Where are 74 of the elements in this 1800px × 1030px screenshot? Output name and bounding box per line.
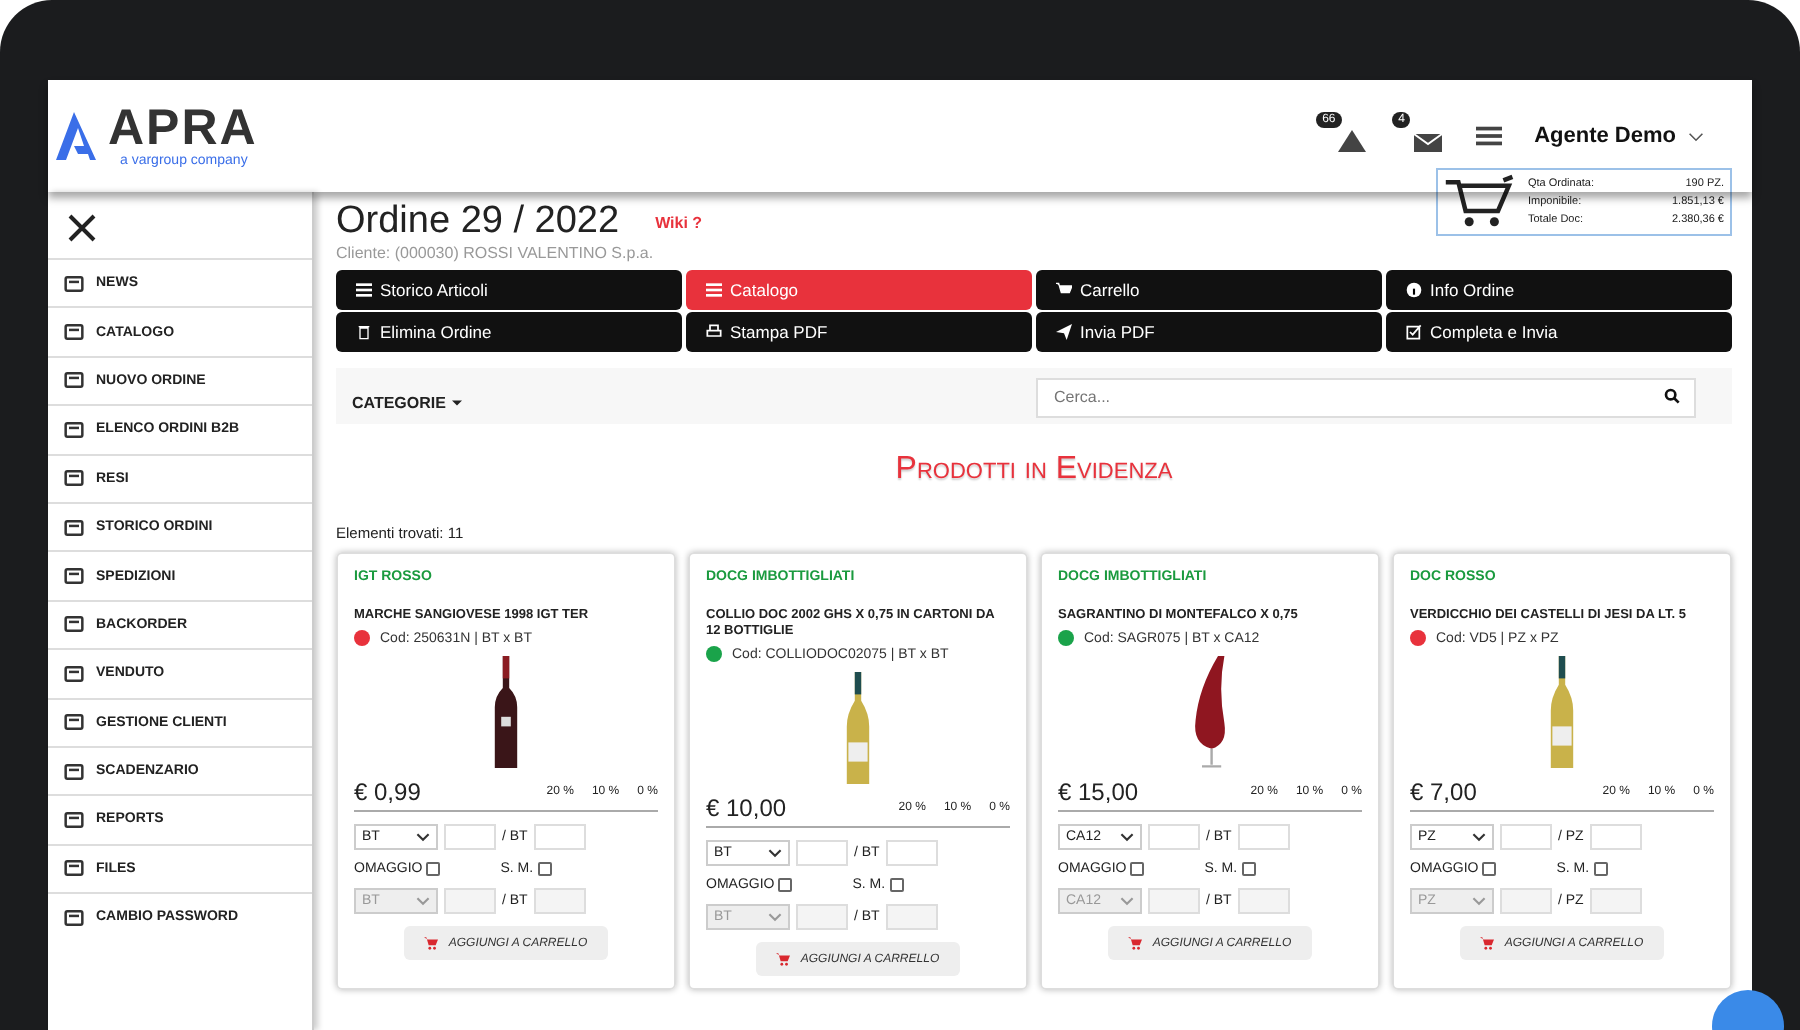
action-button[interactable]: Completa e Invia <box>1386 312 1732 352</box>
logo-icon <box>56 112 96 160</box>
cart-icon <box>1128 936 1143 950</box>
wine-bottle-drawing <box>842 670 874 786</box>
categories-dropdown[interactable]: CATEGORIE <box>352 393 462 411</box>
gift-checkbox[interactable] <box>1482 862 1497 876</box>
cart-icon <box>776 952 791 966</box>
envelope-icon <box>1412 128 1445 152</box>
search-icon[interactable] <box>1664 388 1680 404</box>
product-price: € 7,00 <box>1410 778 1477 806</box>
unit-quantity-input[interactable] <box>533 824 586 850</box>
unit-quantity-input[interactable] <box>885 840 938 866</box>
quantity-input[interactable] <box>796 840 848 866</box>
gift-checkbox[interactable] <box>778 878 793 892</box>
action-button[interactable]: Storico Articoli <box>336 270 682 310</box>
unit-quantity-input[interactable] <box>1589 824 1642 850</box>
action-button[interactable]: Invia PDF <box>1036 312 1382 352</box>
info-icon <box>1406 282 1422 298</box>
logo-text: APRA <box>108 104 258 154</box>
action-button[interactable]: Stampa PDF <box>686 312 1032 352</box>
cart-icon <box>1480 936 1495 950</box>
paper-plane-icon <box>1056 324 1072 340</box>
cart-icon <box>1444 174 1516 230</box>
sm-checkbox[interactable] <box>889 878 904 892</box>
product-price: € 0,99 <box>354 778 421 806</box>
user-menu-button[interactable]: Agente Demo <box>1534 124 1704 148</box>
menu-icon[interactable] <box>1476 124 1503 148</box>
gift-quantity-input <box>1500 888 1552 914</box>
product-price: € 15,00 <box>1058 778 1139 806</box>
unit-quantity-input[interactable] <box>1237 824 1290 850</box>
gift-unit-quantity-input <box>1237 888 1290 914</box>
action-button[interactable]: Catalogo <box>686 270 1032 310</box>
action-button[interactable]: Elimina Ordine <box>336 312 682 352</box>
gift-unit-quantity-input <box>533 888 586 914</box>
gift-checkbox[interactable] <box>1130 862 1145 876</box>
chevron-down-icon <box>1472 896 1486 906</box>
gift-unit-quantity-input <box>1589 888 1642 914</box>
gift-quantity-input <box>1148 888 1200 914</box>
warning-icon <box>1336 128 1369 152</box>
close-icon[interactable] <box>68 214 96 242</box>
cart-icon <box>424 936 439 950</box>
printer-icon <box>706 324 722 340</box>
quantity-input[interactable] <box>1500 824 1552 850</box>
chevron-down-icon <box>1120 896 1134 906</box>
search-field[interactable]: Cerca... <box>1036 377 1696 417</box>
caret-icon <box>451 399 462 405</box>
gift-quantity-input <box>444 888 496 914</box>
chevron-down-icon <box>768 848 782 858</box>
chevron-down-icon <box>768 912 782 922</box>
chevron-down-icon <box>1688 131 1704 141</box>
gift-quantity-input <box>796 904 848 930</box>
chevron-down-icon <box>416 896 430 906</box>
wiki-link[interactable]: Wiki ? <box>655 213 703 231</box>
product-price: € 10,00 <box>706 794 787 822</box>
sm-checkbox[interactable] <box>1593 862 1608 876</box>
chevron-down-icon <box>1120 832 1134 842</box>
gift-unit-quantity-input <box>885 904 938 930</box>
wine-bottle-drawing <box>1546 654 1578 770</box>
cart-icon <box>1056 282 1072 298</box>
order-title: Ordine 29 / 2022 <box>336 200 620 244</box>
section-title: Prodotti in Evidenza <box>893 452 1175 488</box>
quantity-input[interactable] <box>444 824 496 850</box>
action-button[interactable]: Info Ordine <box>1386 270 1732 310</box>
customer-text: Cliente: (000030) ROSSI VALENTINO S.p.a. <box>336 244 656 262</box>
checkbox-icon <box>1406 324 1422 340</box>
quantity-input[interactable] <box>1148 824 1200 850</box>
wine-bottle-drawing <box>490 654 522 770</box>
gift-checkbox[interactable] <box>426 862 441 876</box>
sm-checkbox[interactable] <box>1241 862 1256 876</box>
chevron-down-icon <box>1472 832 1486 842</box>
trash-icon <box>356 324 372 340</box>
action-button[interactable]: Carrello <box>1036 270 1382 310</box>
chevron-down-icon <box>416 832 430 842</box>
sm-checkbox[interactable] <box>537 862 552 876</box>
